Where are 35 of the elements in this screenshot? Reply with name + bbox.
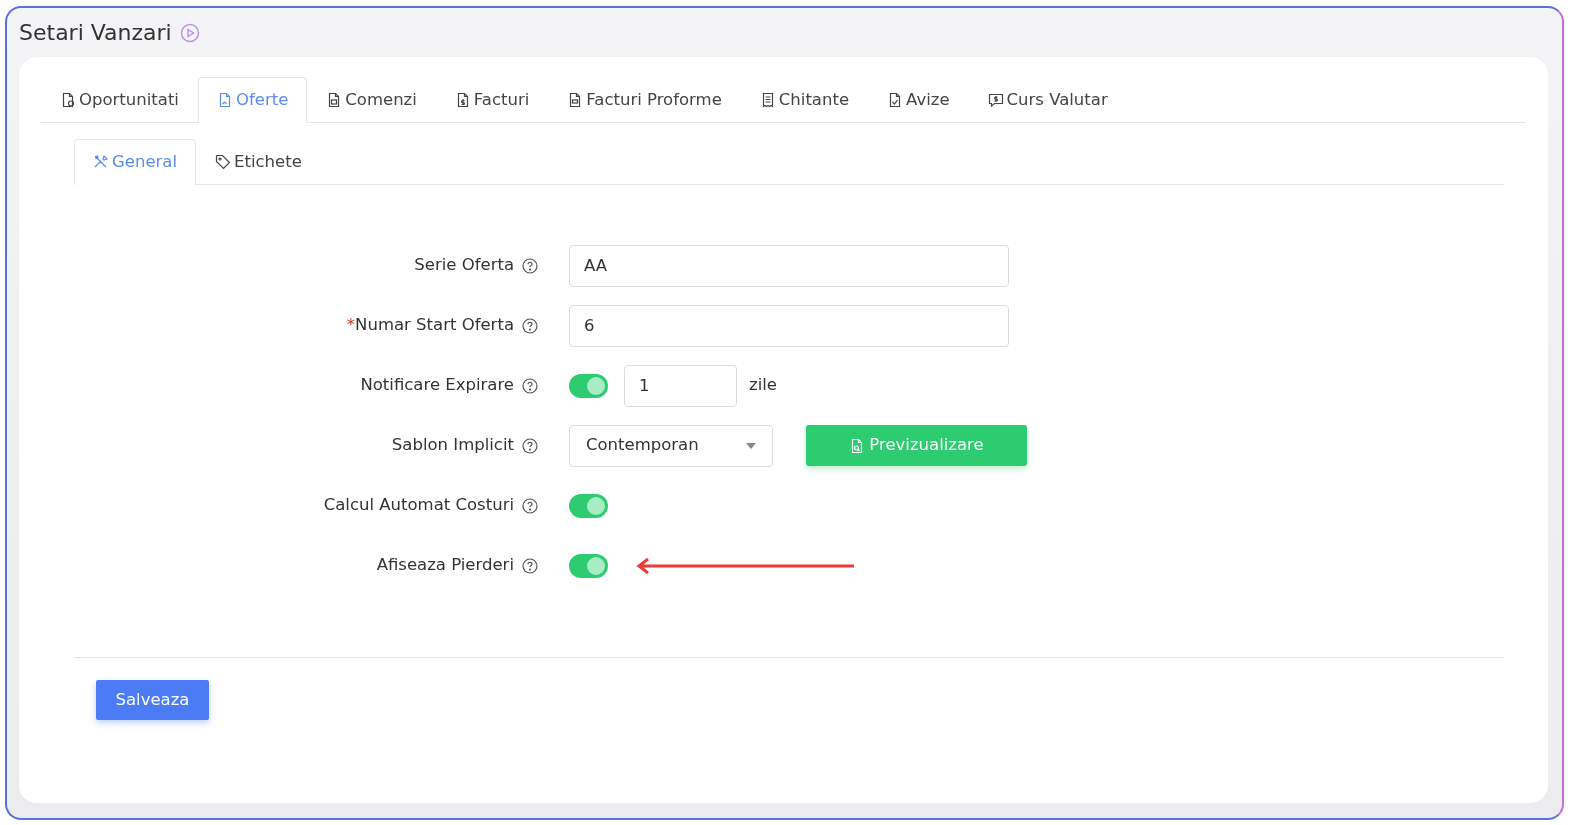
field-label: Numar Start Oferta [355,315,514,335]
text-field[interactable]: AA [569,244,1009,287]
document-icon [60,92,76,109]
tab[interactable]: Comenzi [307,77,436,123]
page-title: Setari Vanzari [19,19,172,47]
help-icon[interactable] [522,317,538,334]
help-icon[interactable] [522,497,538,514]
tag-icon [215,154,232,171]
tab[interactable]: Facturi [435,77,549,123]
number-field[interactable]: 1 [624,364,737,407]
subtab[interactable]: Etichete [196,138,321,185]
unit-label: zile [749,374,777,397]
field-label: Sablon Implicit [391,435,514,455]
field-label: Calcul Automat Costuri [323,495,514,515]
field-label: Notificare Expirare [360,375,514,395]
toggle-switch[interactable] [569,553,608,578]
speech-bubble-icon [987,92,1004,109]
tab[interactable]: Oportunitati [41,77,198,123]
tab[interactable]: Facturi Proforme [548,77,741,123]
help-icon[interactable] [522,377,538,394]
tab[interactable]: Avize [868,77,969,123]
required-mark: * [346,315,356,335]
tab[interactable]: Chitante [740,77,869,123]
template-dropdown[interactable]: Contemporan [569,424,773,467]
tab[interactable]: Curs Valutar [968,77,1127,123]
caret-icon [746,442,756,449]
help-icon[interactable] [522,557,538,574]
help-icon[interactable] [522,437,538,454]
help-icon[interactable] [522,257,538,274]
save-button[interactable]: Salveaza [96,680,209,720]
toggle-switch[interactable] [569,493,608,518]
toggle-switch[interactable] [569,373,608,398]
field-label: Afiseaza Pierderi [376,555,514,575]
field-label: Serie Oferta [414,255,514,275]
text-field[interactable]: 6 [569,304,1009,347]
